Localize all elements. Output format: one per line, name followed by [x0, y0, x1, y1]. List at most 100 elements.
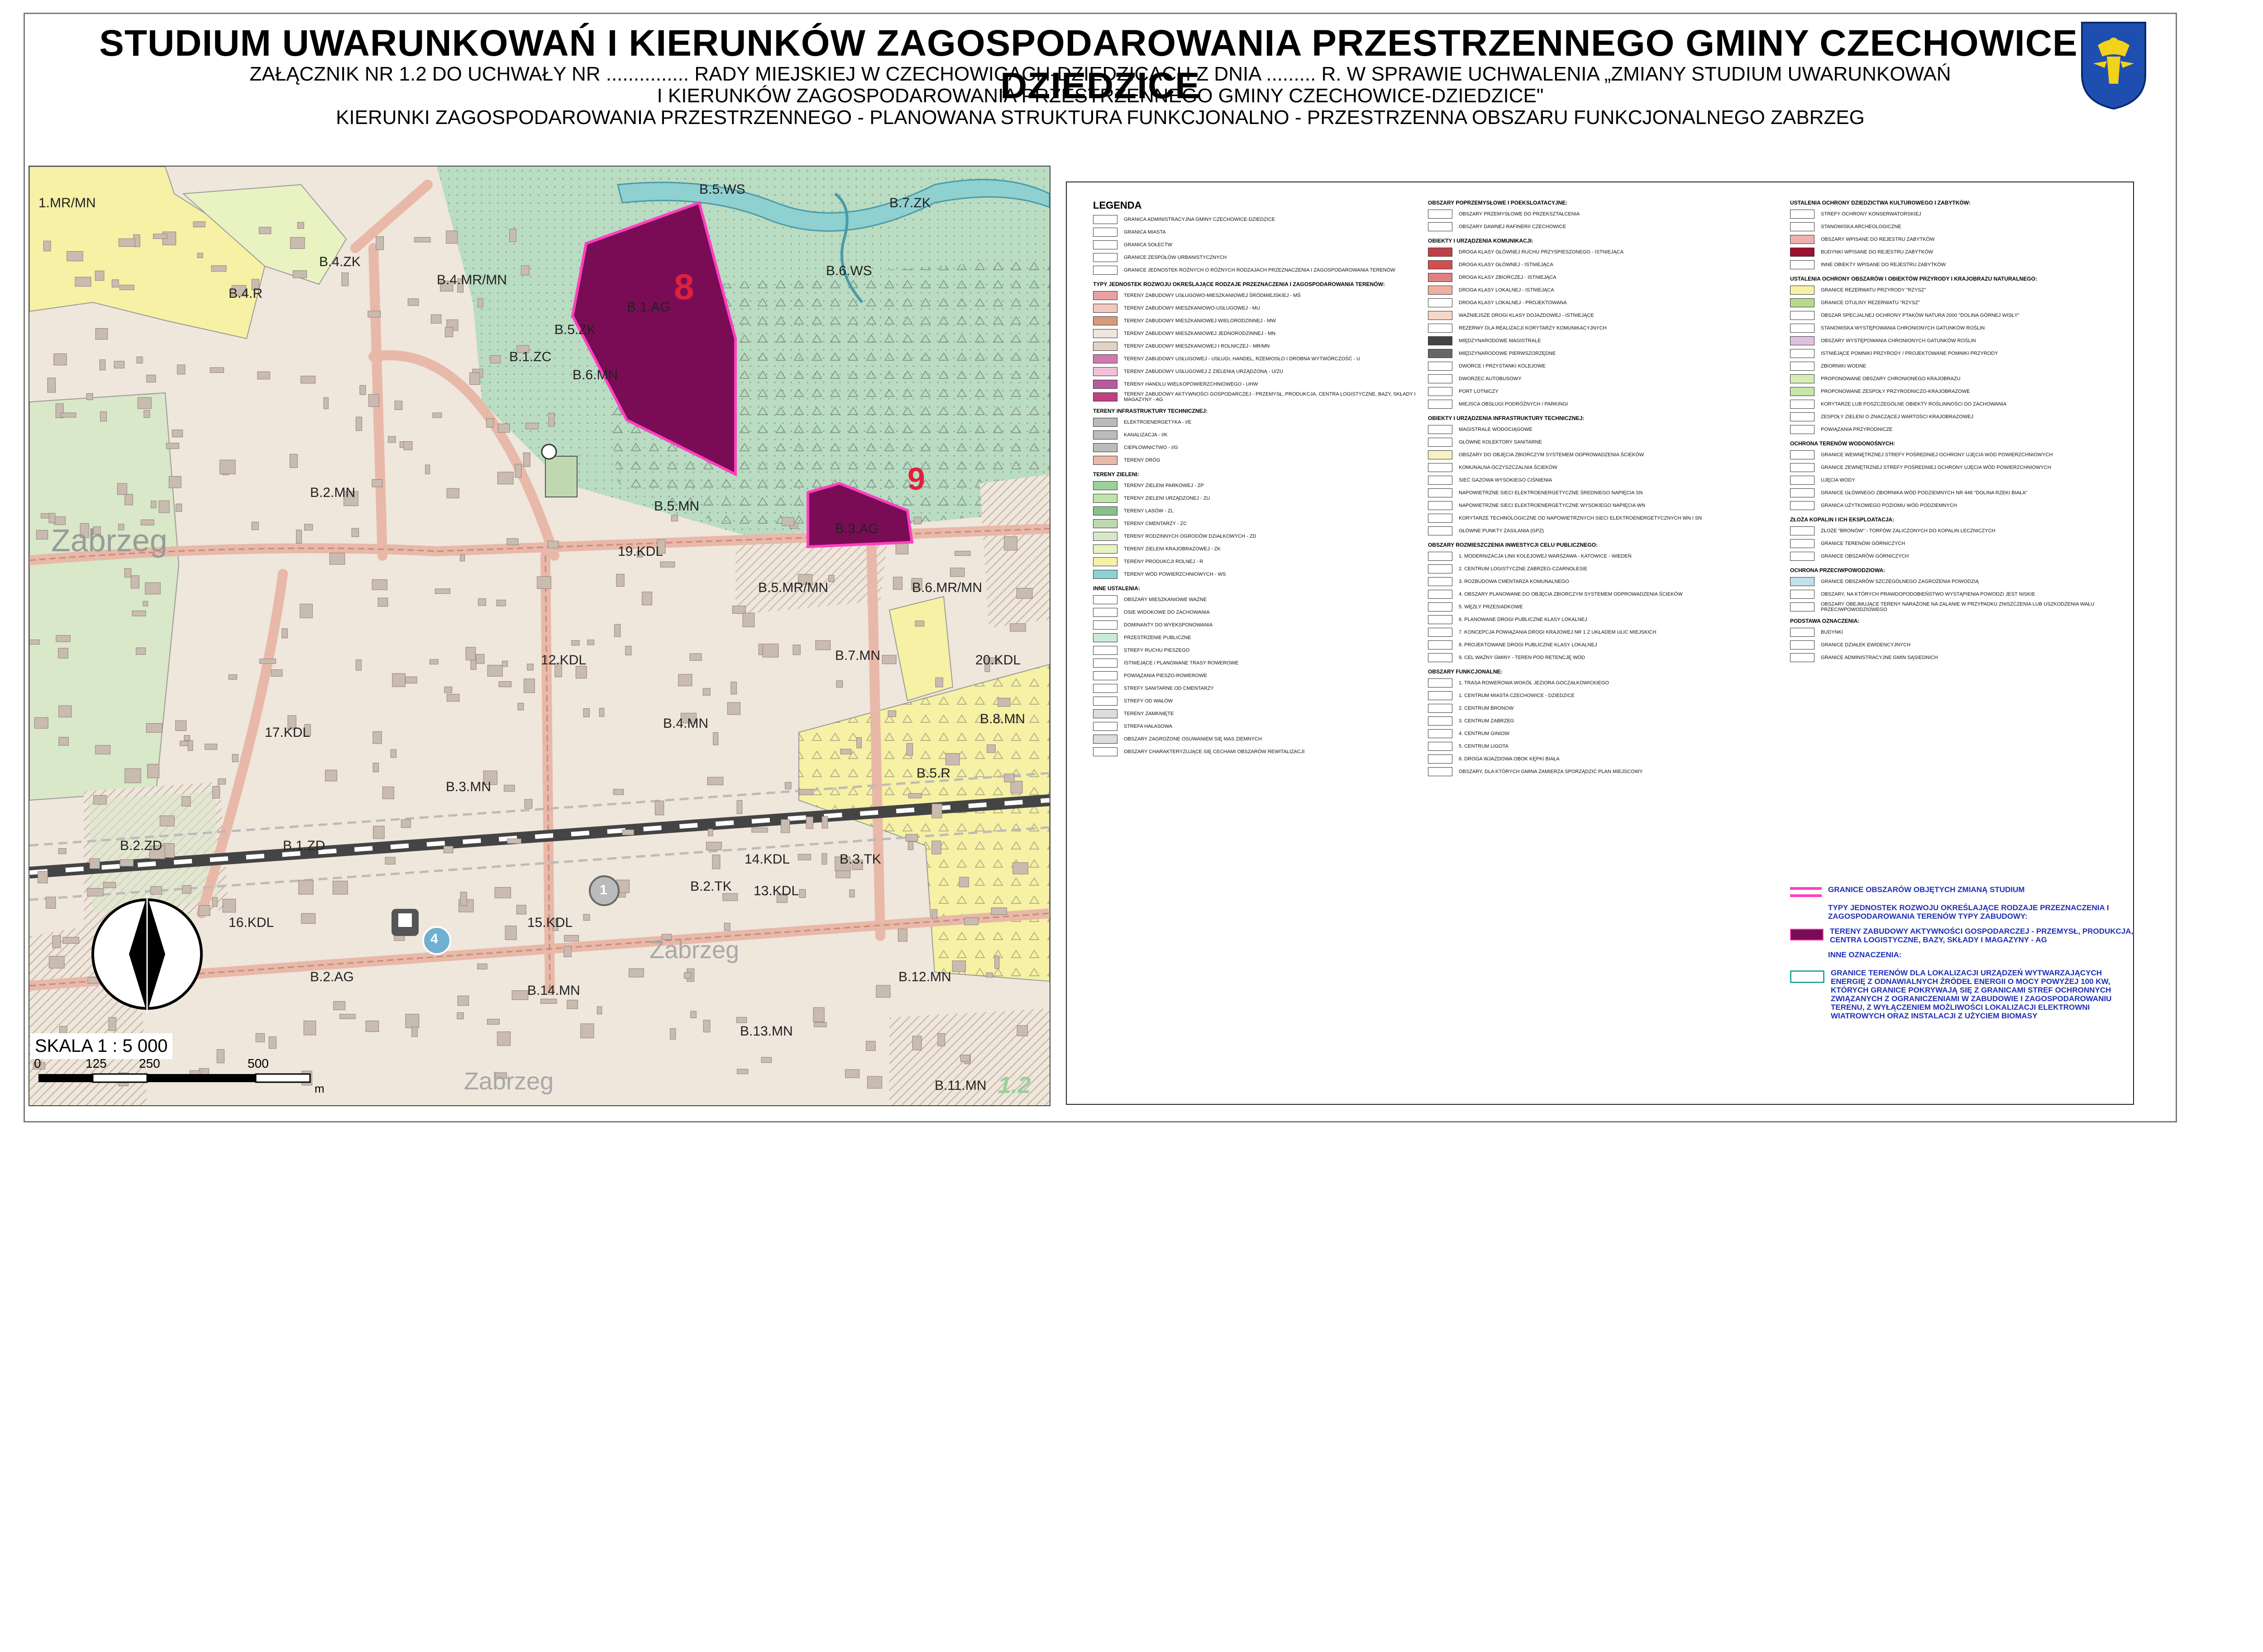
building [290, 237, 305, 249]
legend-item: TERENY ZABUDOWY MIESZKANIOWEJ I ROLNICZE… [1093, 340, 1437, 353]
legend-item: GRANICE ZESPOŁÓW URBANISTYCZNYCH [1093, 251, 1437, 264]
legend-item-label: GRANICA MIASTA [1124, 229, 1166, 235]
building [702, 688, 711, 696]
building [268, 1036, 277, 1049]
legend-swatch [1093, 697, 1117, 706]
building [359, 385, 366, 395]
legend-changes-boundary: GRANICE OBSZARÓW OBJĘTYCH ZMIANĄ STUDIUM [1790, 885, 2134, 897]
building [690, 1011, 697, 1018]
building [210, 367, 224, 373]
building [986, 972, 993, 978]
legend-item: TERENY ZABUDOWY AKTYWNOŚCI GOSPODARCZEJ … [1093, 391, 1437, 403]
legend-item-label: MIĘDZYNARODOWE MAGISTRALE [1459, 338, 1541, 344]
map-sheet: STUDIUM UWARUNKOWAŃ I KIERUNKÓW ZAGOSPOD… [24, 13, 2177, 1122]
legend-swatch [1428, 273, 1452, 282]
legend-item: GRANICE JEDNOSTEK ROŻNYCH O RÓŻNYCH RODZ… [1093, 264, 1437, 277]
legend-item: ZESPOŁY ZIELENI O ZNACZĄCEJ WARTOŚCI KRA… [1790, 411, 2134, 423]
legend-item: GRANICE WEWNĘTRZNEJ STREFY POŚREDNIEJ OC… [1790, 449, 2134, 461]
legend-item-label: 4. OBSZARY PLANOWANE DO OBJĘCIA ZBIORCZY… [1459, 592, 1683, 597]
legend-item-label: REZERWY DLA REALIZACJI KORYTARZY KOMUNIK… [1459, 325, 1607, 331]
building [727, 702, 740, 715]
building [828, 575, 835, 582]
legend-swatch [1428, 514, 1452, 523]
building [124, 494, 133, 506]
building [836, 680, 843, 688]
building [119, 859, 134, 867]
building [564, 935, 579, 942]
building [498, 681, 512, 688]
building [114, 361, 125, 368]
legend-item-label: KORYTARZE TECHNOLOGICZNE OD NAPOWIETRZNY… [1459, 516, 1702, 521]
legend-swatch [1428, 590, 1452, 599]
legend-item-label: TERENY ZABUDOWY USŁUGOWEJ Z ZIELENIĄ URZ… [1124, 369, 1284, 374]
legend-changes-types-label: TYPY JEDNOSTEK ROZWOJU OKREŚLAJĄCE RODZA… [1828, 903, 2109, 921]
subtitle-line-1: ZAŁĄCZNIK NR 1.2 DO UCHWAŁY NR .........… [249, 63, 1951, 85]
building [184, 735, 191, 741]
building [390, 749, 396, 758]
legend-swatch [1428, 387, 1452, 396]
legend-swatch [1428, 729, 1452, 738]
legend-item-label: OBSZAR SPECJALNEJ OCHRONY PTAKÓW NATURA … [1821, 313, 2020, 318]
green-area-west [29, 392, 180, 801]
legend-item: TERENY ZABUDOWY MIESZKANIOWO-USŁUGOWEJ -… [1093, 302, 1437, 315]
zone-label: 12.KDL [541, 653, 586, 668]
building [912, 1036, 922, 1050]
zone-label: B.3.TK [840, 852, 881, 867]
legend-item: MIĘDZYNARODOWE PIERWSZORZĘDNE [1428, 347, 1772, 360]
building [172, 430, 183, 438]
legend-column-2: OBSZARY POPRZEMYSŁOWE I POEKSLOATACYJNE:… [1428, 195, 1772, 778]
building [282, 628, 288, 639]
building [407, 298, 419, 306]
building [143, 601, 148, 606]
legend-item: DWORZEC AUTOBUSOWY [1428, 372, 1772, 385]
legend-swatch [1093, 291, 1117, 300]
legend-item: DROGA KLASY LOKALNEJ - PROJEKTOWANA [1428, 296, 1772, 309]
change-marker-9: 9 [907, 461, 925, 497]
legend-swatch [1428, 222, 1452, 231]
building [736, 800, 743, 814]
building [329, 553, 345, 565]
scale-tick-125: 125 [86, 1056, 107, 1070]
building [99, 359, 106, 371]
building [477, 963, 487, 969]
legend-swatch [1428, 691, 1452, 700]
legend-swatch [1093, 633, 1117, 642]
building [325, 769, 337, 782]
building [469, 372, 480, 385]
zone-label: B.6.WS [826, 263, 872, 278]
building [53, 353, 67, 366]
map-canvas[interactable]: 1.MR/MN B.4.ZK B.4.R B.4.MR/MN B.5.WS B.6.WS B… [29, 167, 1050, 1105]
legend-item: OBSZARY MIESZKANIOWE WAŻNE [1093, 593, 1437, 606]
legend-swatch [1428, 311, 1452, 320]
legend-item: TERENY CMENTARZY - ZC [1093, 517, 1437, 530]
building [821, 816, 828, 829]
building [799, 789, 813, 795]
building [323, 397, 329, 409]
building [866, 1041, 876, 1051]
legend-item: DOMINANTY DO WYEKSPONOWANIA [1093, 619, 1437, 631]
legend-item-label: TERENY ZABUDOWY MIESZKANIOWEJ I ROLNICZE… [1124, 344, 1270, 349]
legend-swatch [1093, 557, 1117, 566]
legend-item: TERENY ZAMKNIĘTE [1093, 707, 1437, 720]
building [351, 528, 359, 537]
oze-swatch [1790, 970, 1824, 983]
legend-item-label: TERENY ZABUDOWY USŁUGOWO-MIESZKANIOWEJ Ś… [1124, 293, 1301, 298]
legend-item-label: MAGISTRALE WODOCIĄGOWE [1459, 427, 1533, 432]
legend-swatch [1790, 628, 1814, 637]
building [708, 829, 713, 836]
zone-label: B.5.WS [699, 182, 745, 197]
zone-label: B.13.MN [740, 1024, 793, 1039]
legend-swatch [1428, 564, 1452, 573]
legend-item-label: DROGA KLASY GŁÓWNEJ - ISTNIEJĄCA [1459, 262, 1553, 267]
legend-item-label: DWORCE I PRZYSTANKI KOLEJOWE [1459, 363, 1546, 369]
building [597, 1006, 602, 1015]
legend-swatch [1093, 659, 1117, 668]
legend-column-3: USTALENIA OCHRONY DZIEDZICTWA KULTUROWEG… [1790, 195, 2134, 664]
legend-swatch [1093, 418, 1117, 427]
legend-swatch [1428, 615, 1452, 624]
legend-item-label: ISTNIEJĄCE / PLANOWANE TRASY ROWEROWE [1124, 660, 1239, 666]
legend-item: 9. CEL WAŻNY GMINY - TEREN POD RETENCJĘ … [1428, 651, 1772, 664]
building [840, 749, 852, 754]
map-panel[interactable]: 1.MR/MN B.4.ZK B.4.R B.4.MR/MN B.5.WS B.6.WS B… [29, 166, 1050, 1106]
zone-label: B.2.MN [310, 485, 355, 500]
